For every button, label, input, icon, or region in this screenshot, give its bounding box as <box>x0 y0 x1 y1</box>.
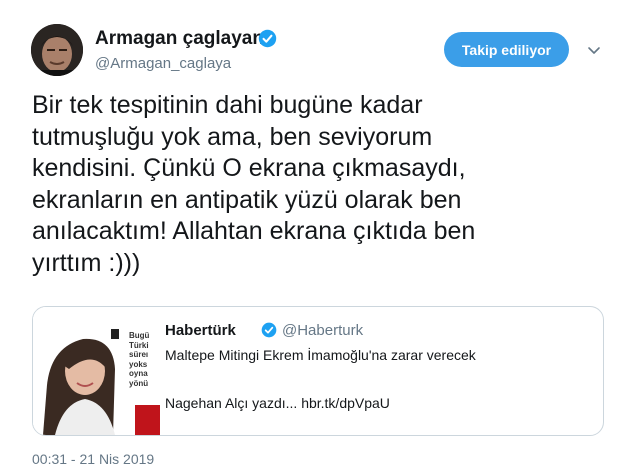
tweet-timestamp[interactable]: 00:31 - 21 Nis 2019 <box>32 451 154 467</box>
verified-badge-icon <box>261 322 277 338</box>
thumbnail-caption-line: Türki <box>129 340 149 350</box>
verified-badge-icon <box>258 29 277 48</box>
chevron-down-icon[interactable] <box>586 42 602 58</box>
profile-photo <box>31 24 83 76</box>
quoted-tweet-card[interactable]: Bugü Türki süreı yoks oyna yönü Habertür… <box>32 306 604 436</box>
quoted-author-name[interactable]: Habertürk <box>165 322 236 339</box>
quoted-author-handle[interactable]: @Haberturk <box>282 322 363 339</box>
quoted-tweet-thumbnail: Bugü Türki süreı yoks oyna yönü <box>33 307 160 435</box>
author-display-name[interactable]: Armagan çaglayan <box>95 28 264 50</box>
author-handle[interactable]: @Armagan_caglaya <box>95 55 231 72</box>
thumbnail-caption: Bugü Türki süreı yoks oyna yönü <box>129 331 149 388</box>
following-button[interactable]: Takip ediliyor <box>444 32 569 67</box>
thumbnail-caption-line: süreı <box>129 350 149 359</box>
thumbnail-caption-line: yönü <box>129 378 149 388</box>
thumbnail-caption-line: yoks <box>129 359 148 369</box>
quoted-tweet-text: Maltepe Mitingi Ekrem İmamoğlu'na zarar … <box>165 347 476 363</box>
thumbnail-caption-line: oyna <box>129 369 148 378</box>
thumbnail-caption-line: Bugü <box>129 331 150 340</box>
tweet-text: Bir tek tespitinin dahi bugüne kadar tut… <box>32 91 476 277</box>
author-avatar[interactable] <box>31 24 83 76</box>
quoted-tweet-link-text[interactable]: Nagehan Alçı yazdı... hbr.tk/dpVpaU <box>165 395 390 411</box>
